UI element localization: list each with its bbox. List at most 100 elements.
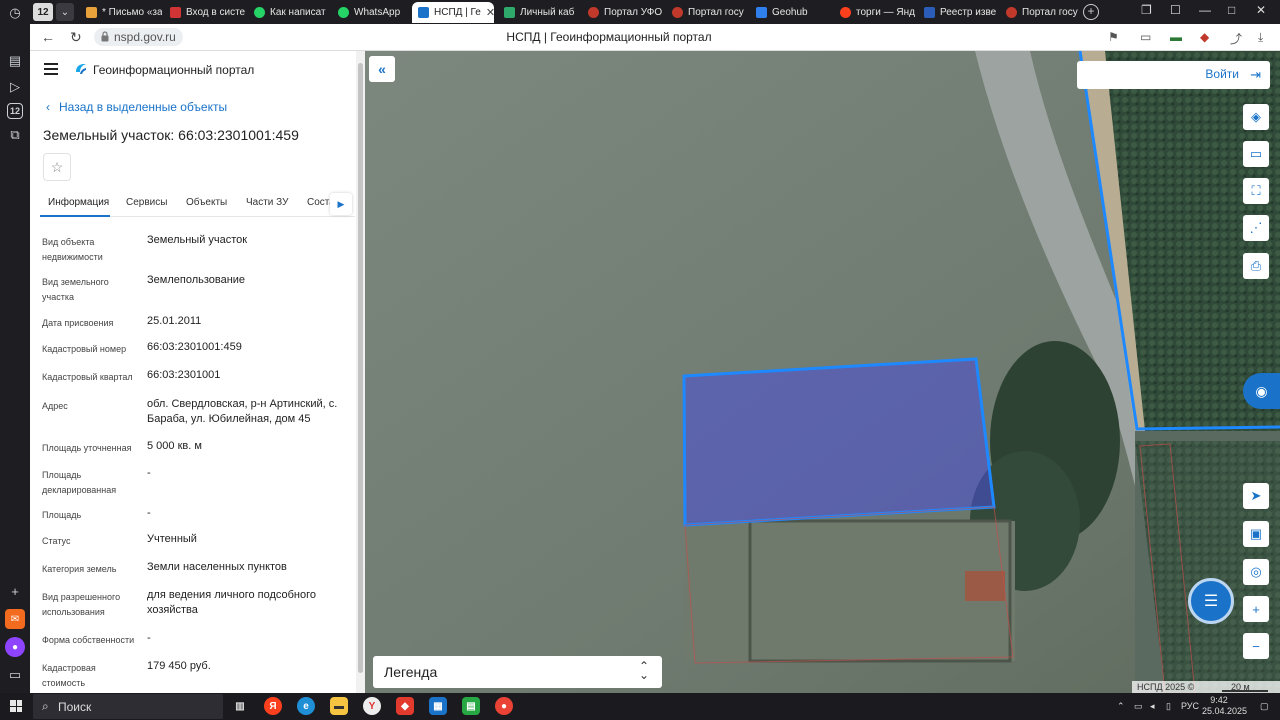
taskbar-search[interactable]: ⌕ Поиск	[33, 694, 223, 719]
back-to-selected-link[interactable]: ‹ Назад в выделенные объекты	[46, 100, 227, 114]
new-tab-plus-icon[interactable]: +	[1083, 4, 1099, 20]
nspd-logo-icon	[76, 64, 86, 74]
login-arrow-icon: ⇥	[1250, 67, 1261, 82]
tab-label: Портал госу	[688, 7, 744, 18]
browser-tab[interactable]: Вход в систе	[164, 2, 246, 23]
tab-label: Geohub	[772, 7, 808, 18]
print-button[interactable]: ⎙	[1243, 253, 1269, 279]
panel-scrollbar[interactable]	[356, 51, 365, 693]
login-button[interactable]: Войти ⇥	[1077, 61, 1270, 89]
browser-tab[interactable]: Портал УФО	[582, 2, 664, 23]
field-value: Учтенный	[147, 533, 197, 545]
reading-mode-icon[interactable]: ▭	[1140, 30, 1151, 44]
field-label: Площадь	[42, 510, 82, 520]
nspd-favicon-icon	[418, 7, 429, 18]
add-panel-plus-icon[interactable]: +	[5, 581, 25, 601]
collections-side-icon[interactable]: ▤	[5, 51, 25, 71]
tab-list-chevron-icon[interactable]: ⌄	[56, 3, 74, 21]
yandex-app-icon[interactable]: Я	[264, 697, 282, 715]
battery-icon[interactable]: ▯	[1166, 701, 1171, 712]
protect-shield-icon[interactable]: ▬	[1170, 30, 1182, 44]
anydesk-icon[interactable]: ◆	[396, 697, 414, 715]
edge-app-icon[interactable]: e	[297, 697, 315, 715]
zoom-in-button[interactable]: +	[1243, 596, 1269, 622]
selected-parcel-polygon[interactable]	[682, 357, 996, 527]
chat-button[interactable]: ☰	[1188, 578, 1234, 624]
chrome-app-icon[interactable]: ●	[495, 697, 513, 715]
collections-icon[interactable]: ❐	[1141, 3, 1152, 17]
mail-app-icon[interactable]: ✉	[5, 609, 25, 629]
tabs-scroll-right-button[interactable]: ▶	[330, 193, 352, 215]
favorite-star-button[interactable]: ☆	[43, 153, 71, 181]
tab-label: Портал УФО	[604, 7, 663, 18]
alice-assistant-icon[interactable]: ●	[5, 637, 25, 657]
scrollbar-thumb[interactable]	[358, 63, 363, 673]
download-icon[interactable]: ⤓	[1258, 30, 1263, 45]
history-clock-icon[interactable]: ◷	[5, 3, 25, 23]
share-icon[interactable]: ⤴	[1230, 30, 1242, 47]
menu-hamburger-icon[interactable]	[44, 63, 58, 75]
legend-selector[interactable]: Легенда ⌃ ⌄	[373, 656, 662, 688]
app-blue-icon[interactable]: ▦	[429, 697, 447, 715]
select-area-button[interactable]: ⛶	[1243, 178, 1269, 204]
browser-tab[interactable]: WhatsApp	[332, 2, 410, 23]
field-label: Вид объекта недвижимости	[42, 237, 103, 262]
tab-services[interactable]: Сервисы	[126, 197, 167, 208]
tab-label: торги — Янд	[856, 7, 915, 18]
minimize-icon[interactable]: —	[1199, 3, 1211, 17]
map-view[interactable]: « Войти ⇥ ◈ ▭ ⛶ ⋰ ⎙ ◉ ➤ ▣ ◎ + − ☰ Легенд…	[365, 51, 1280, 693]
field-value: Земли населенных пунктов	[147, 561, 287, 573]
file-explorer-icon[interactable]: ▬	[330, 697, 348, 715]
browser-tab[interactable]: Geohub	[750, 2, 832, 23]
map-attribution: НСПД 2025 © 20 м	[1132, 681, 1280, 693]
notifications-icon[interactable]: ▢	[1260, 701, 1269, 712]
close-tab-icon[interactable]: ✕	[486, 6, 494, 19]
volume-icon[interactable]: ◂	[1150, 701, 1155, 712]
browser-tab[interactable]: * Письмо «за	[80, 2, 162, 23]
share-map-button[interactable]: ⋰	[1243, 215, 1269, 241]
system-clock[interactable]: 9:42 25.04.2025	[1202, 695, 1247, 717]
windows-start-icon[interactable]	[10, 700, 22, 712]
tab-parcel-parts[interactable]: Части ЗУ	[246, 197, 288, 208]
maximize-icon[interactable]: □	[1228, 3, 1235, 17]
field-value: -	[147, 632, 151, 644]
double-chevron-left-icon: «	[378, 61, 386, 77]
extension-icon[interactable]: ◆	[1200, 30, 1209, 44]
navigate-button[interactable]: ➤	[1243, 483, 1269, 509]
measure-button[interactable]: ▭	[1243, 141, 1269, 167]
tab-objects[interactable]: Объекты	[186, 197, 227, 208]
language-indicator[interactable]: РУС	[1181, 701, 1199, 711]
tray-chevron-icon[interactable]: ⌃	[1117, 701, 1125, 712]
yandex-browser-icon[interactable]: Y	[363, 697, 381, 715]
browser-tab[interactable]: Как написат	[248, 2, 330, 23]
bookmark-icon[interactable]: ⚑	[1108, 30, 1119, 44]
field-value: 25.01.2011	[147, 315, 202, 327]
tab-count-side-icon[interactable]: 12	[7, 103, 23, 119]
search-label: Поиск	[58, 700, 92, 714]
browser-tab[interactable]: Реестр изве	[918, 2, 1000, 23]
browser-tab-active[interactable]: НСПД | Ге ✕	[412, 2, 494, 23]
minimap-button[interactable]: ▣	[1243, 521, 1269, 547]
play-icon[interactable]: ▷	[5, 77, 25, 97]
browser-tab[interactable]: Личный каб	[498, 2, 580, 23]
browser-tab[interactable]: торги — Янд	[834, 2, 916, 23]
network-icon[interactable]: ▭	[1134, 701, 1143, 712]
tab-information[interactable]: Информация	[48, 197, 109, 208]
spreadsheet-app-icon[interactable]: ▤	[462, 697, 480, 715]
search-icon: ⌕	[42, 699, 49, 713]
browser-tab[interactable]: Портал госу	[666, 2, 748, 23]
screenshot-icon[interactable]: ⧉	[5, 125, 25, 145]
collapse-panel-button[interactable]: «	[369, 56, 395, 82]
browser-tab[interactable]: Портал госу	[1000, 2, 1080, 23]
task-view-icon[interactable]: ▥	[231, 697, 249, 715]
star-icon: ☆	[50, 158, 64, 175]
bookmark-panel-icon[interactable]: ☐	[1170, 3, 1181, 17]
layers-button[interactable]: ◈	[1243, 104, 1269, 130]
zoom-out-button[interactable]: −	[1243, 633, 1269, 659]
tab-counter[interactable]: 12	[33, 3, 53, 21]
close-window-icon[interactable]: ✕	[1256, 3, 1266, 17]
sidebar-toggle-icon[interactable]: ▭	[5, 665, 25, 685]
field-value: -	[147, 467, 151, 479]
feedback-side-button[interactable]: ◉	[1243, 373, 1280, 409]
geolocation-button[interactable]: ◎	[1243, 559, 1269, 585]
